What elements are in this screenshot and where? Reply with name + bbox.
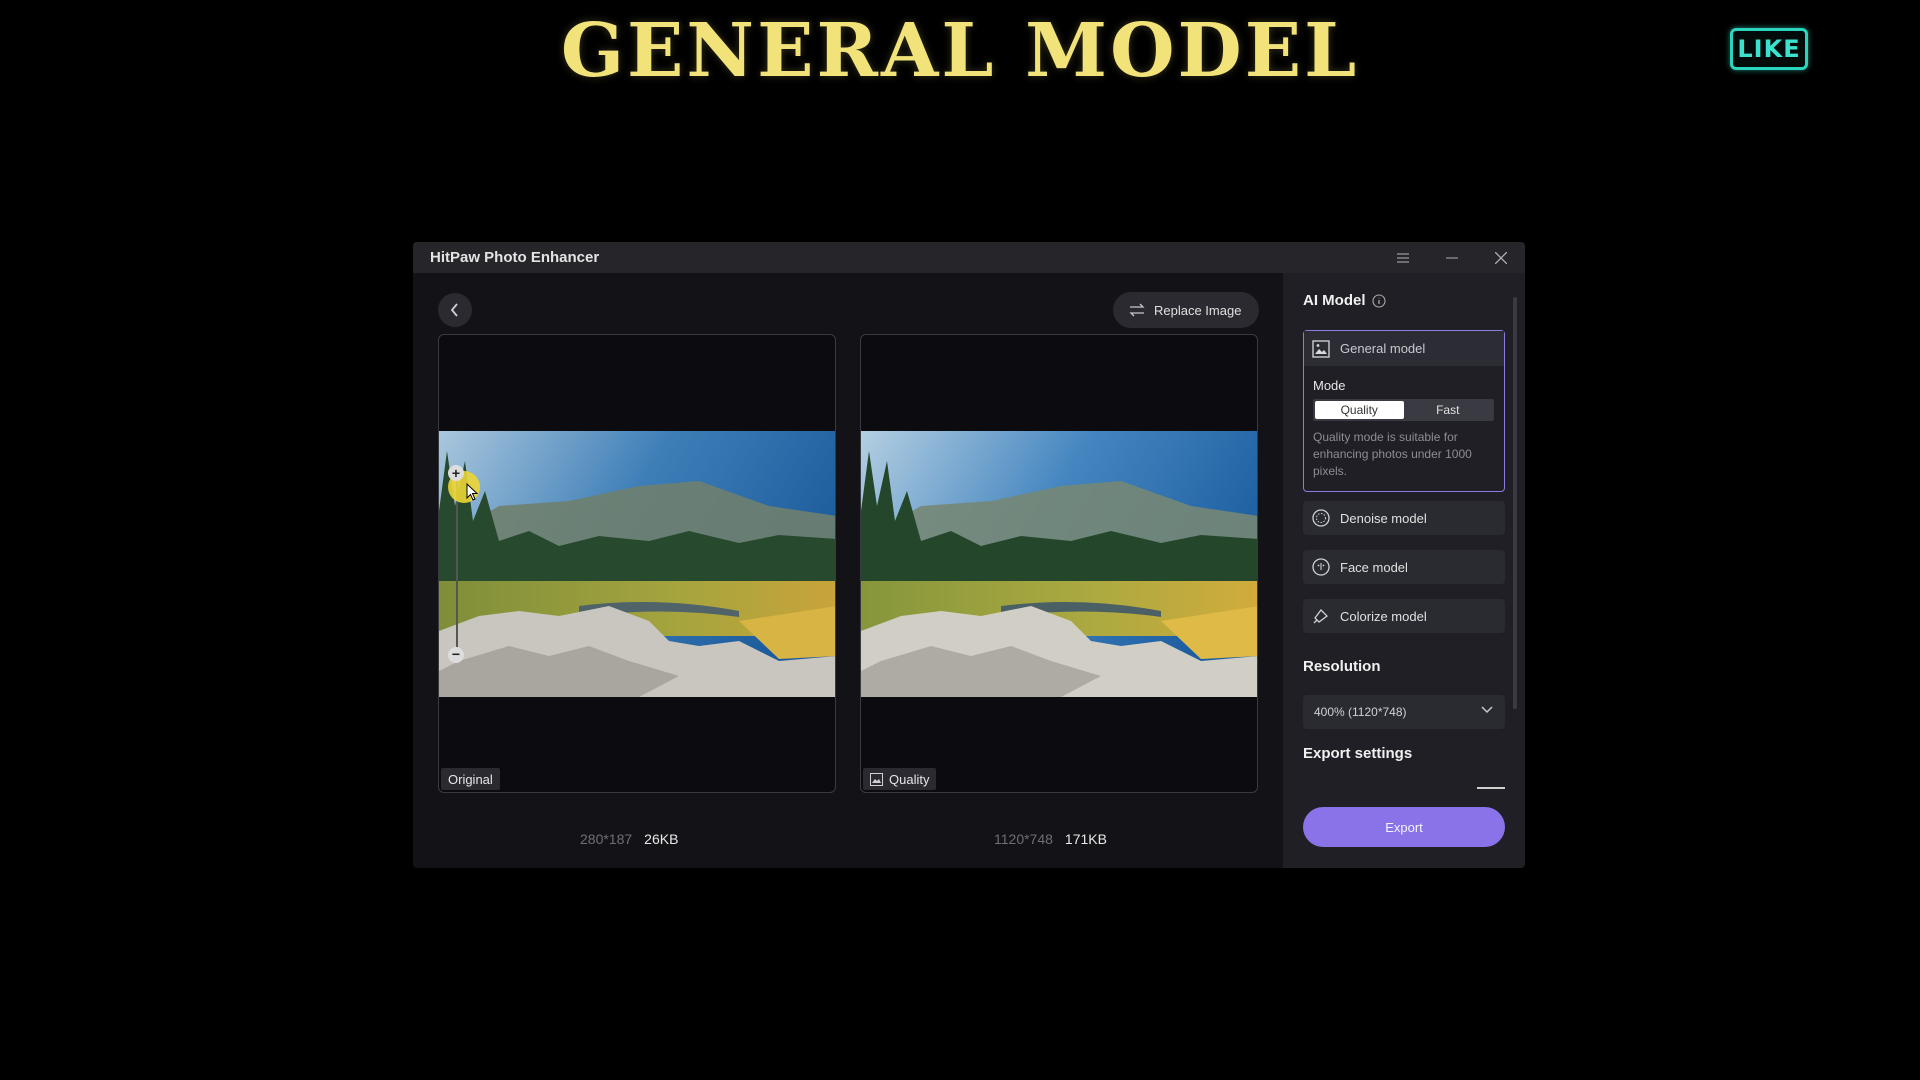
original-photo xyxy=(439,431,835,697)
enhanced-preview-panel[interactable]: Quality xyxy=(860,334,1258,793)
mode-toggle: Quality Fast xyxy=(1313,399,1494,421)
resolution-value: 400% (1120*748) xyxy=(1314,705,1407,719)
window-title: HitPaw Photo Enhancer xyxy=(430,249,600,266)
replace-image-label: Replace Image xyxy=(1154,302,1242,318)
original-tag-label: Original xyxy=(448,771,493,787)
colorize-model-label: Colorize model xyxy=(1340,608,1427,624)
close-button[interactable] xyxy=(1476,242,1525,273)
mode-label: Mode xyxy=(1313,378,1346,393)
colorize-icon xyxy=(1313,609,1328,624)
enhanced-dimensions: 1120*748 xyxy=(994,831,1053,847)
colorize-model-card[interactable]: Colorize model xyxy=(1303,599,1505,633)
mode-quality-option[interactable]: Quality xyxy=(1315,401,1404,419)
zoom-out-icon[interactable]: − xyxy=(448,647,464,663)
image-icon xyxy=(1312,339,1330,358)
enhanced-info: 1120*748 171KB xyxy=(994,831,1107,847)
back-button[interactable] xyxy=(438,293,472,327)
mode-description: Quality mode is suitable for enhancing p… xyxy=(1313,430,1472,478)
title-bar: HitPaw Photo Enhancer xyxy=(413,242,1525,273)
general-model-card[interactable]: General model Mode Quality Fast Quality … xyxy=(1303,330,1505,492)
video-headline: GENERAL MODEL xyxy=(560,8,1360,94)
ai-model-heading: AI Model xyxy=(1303,292,1386,309)
quality-tag-label: Quality xyxy=(889,771,930,787)
zoom-slider-track[interactable] xyxy=(456,480,458,655)
original-preview-panel[interactable]: + − Original xyxy=(438,334,836,793)
minimize-icon xyxy=(1445,256,1458,259)
general-model-label: General model xyxy=(1340,341,1426,356)
close-icon xyxy=(1494,251,1507,264)
original-dimensions: 280*187 xyxy=(580,831,633,847)
denoise-icon xyxy=(1312,509,1330,527)
enhanced-filesize: 171KB xyxy=(1064,831,1107,847)
denoise-model-label: Denoise model xyxy=(1340,510,1427,526)
quality-tag: Quality xyxy=(863,768,937,790)
export-button[interactable]: Export xyxy=(1303,807,1505,847)
face-model-label: Face model xyxy=(1340,559,1408,575)
enhanced-photo xyxy=(861,431,1257,697)
denoise-model-card[interactable]: Denoise model xyxy=(1303,501,1505,535)
menu-icon xyxy=(1396,252,1409,263)
menu-button[interactable] xyxy=(1378,242,1427,273)
resolution-dropdown[interactable]: 400% (1120*748) xyxy=(1303,695,1505,729)
chevron-left-icon xyxy=(450,303,458,317)
chevron-down-icon xyxy=(1481,706,1493,714)
sidebar-scrollbar[interactable] xyxy=(1513,297,1517,709)
info-icon[interactable] xyxy=(1371,293,1386,308)
mode-fast-option[interactable]: Fast xyxy=(1404,401,1493,419)
general-model-header[interactable]: General model xyxy=(1304,331,1504,366)
face-icon xyxy=(1312,558,1330,576)
mouse-cursor-icon xyxy=(466,483,478,501)
original-tag: Original xyxy=(441,768,500,790)
preview-area: Replace Image + − Original Quality xyxy=(413,273,1283,868)
window-controls xyxy=(1378,242,1525,273)
replace-image-button[interactable]: Replace Image xyxy=(1113,292,1259,328)
export-settings-collapse-handle[interactable] xyxy=(1477,787,1505,789)
original-info: 280*187 26KB xyxy=(580,831,678,847)
zoom-in-icon[interactable]: + xyxy=(448,465,464,481)
minimize-button[interactable] xyxy=(1427,242,1476,273)
app-window: HitPaw Photo Enhancer Replace Image + − … xyxy=(413,242,1525,868)
swap-icon xyxy=(1129,303,1145,317)
like-badge: LIKE xyxy=(1730,28,1808,70)
face-model-card[interactable]: Face model xyxy=(1303,550,1505,584)
ai-model-title: AI Model xyxy=(1303,292,1366,309)
settings-sidebar: AI Model General model Mode Quality Fast… xyxy=(1283,273,1525,868)
export-settings-title[interactable]: Export settings xyxy=(1303,745,1412,762)
original-filesize: 26KB xyxy=(644,831,679,847)
image-icon xyxy=(870,772,883,786)
resolution-title: Resolution xyxy=(1303,658,1381,675)
